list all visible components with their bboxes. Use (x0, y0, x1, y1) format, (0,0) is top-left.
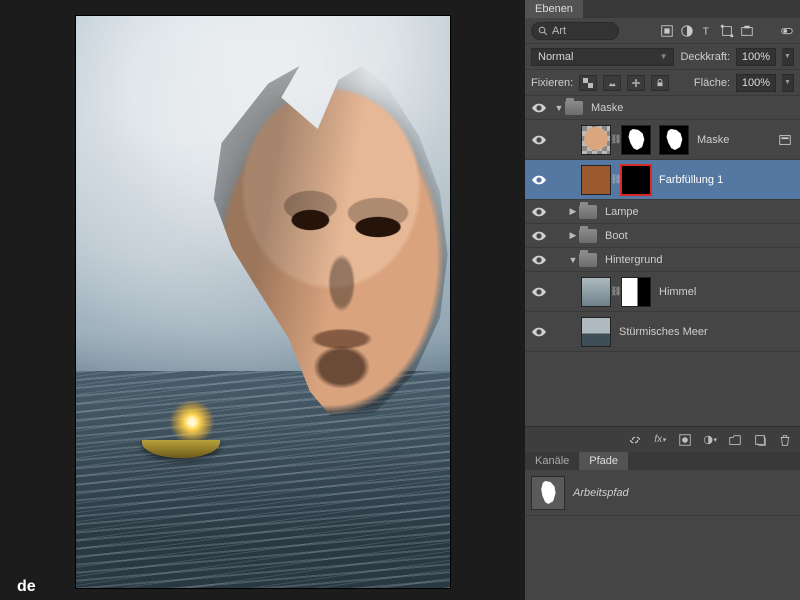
layers-tab[interactable]: Ebenen (525, 0, 583, 18)
layer-label: Maske (583, 102, 623, 114)
lock-transparent-button[interactable] (579, 75, 597, 91)
layer-label: Hintergrund (597, 254, 662, 266)
link-icon[interactable]: ⛓ (611, 174, 621, 185)
layer-maske[interactable]: ⛓ Maske (525, 120, 800, 160)
pfade-tab[interactable]: Pfade (579, 452, 628, 470)
filter-smart-icon[interactable] (740, 24, 754, 38)
fill-thumb[interactable] (581, 165, 611, 195)
new-group-icon[interactable] (728, 433, 742, 447)
disclosure-icon[interactable]: ▼ (553, 103, 565, 113)
path-thumb[interactable] (531, 476, 565, 510)
layer-label: Maske (689, 134, 729, 146)
visibility-toggle[interactable] (525, 207, 553, 217)
lock-label: Fixieren: (531, 77, 573, 89)
ocean-artwork (76, 371, 450, 588)
head-mask-artwork (196, 66, 450, 416)
layer-thumb[interactable] (581, 317, 611, 347)
visibility-toggle[interactable] (525, 103, 553, 113)
lock-fill-row: Fixieren: Fläche: 100% ▼ (525, 70, 800, 96)
visibility-toggle[interactable] (525, 175, 553, 185)
lock-position-button[interactable] (627, 75, 645, 91)
delete-layer-icon[interactable] (778, 433, 792, 447)
smart-filter-icon[interactable] (778, 133, 792, 147)
fill-dropdown[interactable]: ▼ (782, 74, 794, 92)
layer-list[interactable]: ▼ Maske ⛓ Maske ⛓ Farbfüllung 1 ▶ (525, 96, 800, 426)
folder-icon (579, 253, 597, 267)
folder-icon (565, 101, 583, 115)
disclosure-icon[interactable]: ▶ (567, 206, 579, 217)
layer-farbfuellung-1[interactable]: ⛓ Farbfüllung 1 (525, 160, 800, 200)
visibility-toggle[interactable] (525, 287, 553, 297)
layers-panel-tab-bar: Ebenen (525, 0, 800, 18)
filter-shape-icon[interactable] (720, 24, 734, 38)
layer-mask-thumb[interactable] (621, 277, 651, 307)
path-label: Arbeitspfad (573, 487, 629, 499)
vector-mask-thumb[interactable] (621, 125, 651, 155)
layer-label: Himmel (651, 286, 696, 298)
link-icon[interactable]: ⛓ (611, 134, 621, 145)
new-layer-icon[interactable] (753, 433, 767, 447)
search-icon (538, 26, 548, 36)
fill-field[interactable]: 100% (736, 74, 776, 92)
filter-adjust-icon[interactable] (680, 24, 694, 38)
layer-himmel[interactable]: ⛓ Himmel (525, 272, 800, 312)
layer-label: Boot (597, 230, 628, 242)
kanale-tab[interactable]: Kanäle (525, 452, 579, 470)
link-layers-icon[interactable] (628, 433, 642, 447)
layer-label: Lampe (597, 206, 639, 218)
document-canvas[interactable] (76, 16, 450, 588)
layer-label: Farbfüllung 1 (651, 174, 723, 186)
boat-artwork (136, 422, 226, 458)
group-boot[interactable]: ▶ Boot (525, 224, 800, 248)
disclosure-icon[interactable]: ▶ (567, 230, 579, 241)
layer-mask-thumb[interactable] (621, 165, 651, 195)
filter-type-icon[interactable]: T (700, 24, 714, 38)
add-mask-icon[interactable] (678, 433, 692, 447)
paths-panel-tab-bar: Kanäle Pfade (525, 452, 800, 470)
layer-thumb[interactable] (581, 125, 611, 155)
visibility-toggle[interactable] (525, 231, 553, 241)
group-hintergrund[interactable]: ▼ Hintergrund (525, 248, 800, 272)
canvas-workspace (0, 0, 525, 600)
layer-label: Stürmisches Meer (611, 326, 708, 338)
paths-panel: Arbeitspfad (525, 470, 800, 516)
layer-meer[interactable]: Stürmisches Meer (525, 312, 800, 352)
blend-mode-value: Normal (538, 51, 573, 63)
opacity-field[interactable]: 100% (736, 48, 776, 66)
disclosure-icon[interactable]: ▼ (567, 255, 579, 265)
opacity-label: Deckkraft: (680, 51, 730, 63)
blend-mode-select[interactable]: Normal ▼ (531, 48, 674, 66)
group-maske[interactable]: ▼ Maske (525, 96, 800, 120)
blend-opacity-row: Normal ▼ Deckkraft: 100% ▼ (525, 44, 800, 70)
folder-icon (579, 229, 597, 243)
fill-label: Fläche: (694, 77, 730, 89)
visibility-toggle[interactable] (525, 327, 553, 337)
watermark: de (17, 578, 36, 596)
svg-text:T: T (703, 25, 710, 37)
vector-mask-thumb-2[interactable] (659, 125, 689, 155)
lock-all-button[interactable] (651, 75, 669, 91)
layer-filter-row: Art T (525, 18, 800, 44)
visibility-toggle[interactable] (525, 135, 553, 145)
layer-thumb[interactable] (581, 277, 611, 307)
filter-toggle-icon[interactable] (780, 24, 794, 38)
filter-pixel-icon[interactable] (660, 24, 674, 38)
link-icon[interactable]: ⛓ (611, 286, 621, 297)
lock-image-button[interactable] (603, 75, 621, 91)
folder-icon (579, 205, 597, 219)
layers-bottom-bar: fx▾ ▾ (525, 426, 800, 452)
visibility-toggle[interactable] (525, 255, 553, 265)
right-panel-stack: Ebenen Art T Normal ▼ Deckkraft: 100% ▼ … (525, 0, 800, 600)
layer-filter-label: Art (552, 25, 566, 37)
new-adjustment-icon[interactable]: ▾ (703, 433, 717, 447)
opacity-dropdown[interactable]: ▼ (782, 48, 794, 66)
layer-filter-select[interactable]: Art (531, 22, 619, 40)
layer-fx-icon[interactable]: fx▾ (653, 433, 667, 447)
group-lampe[interactable]: ▶ Lampe (525, 200, 800, 224)
path-row-arbeitspfad[interactable]: Arbeitspfad (525, 470, 800, 516)
